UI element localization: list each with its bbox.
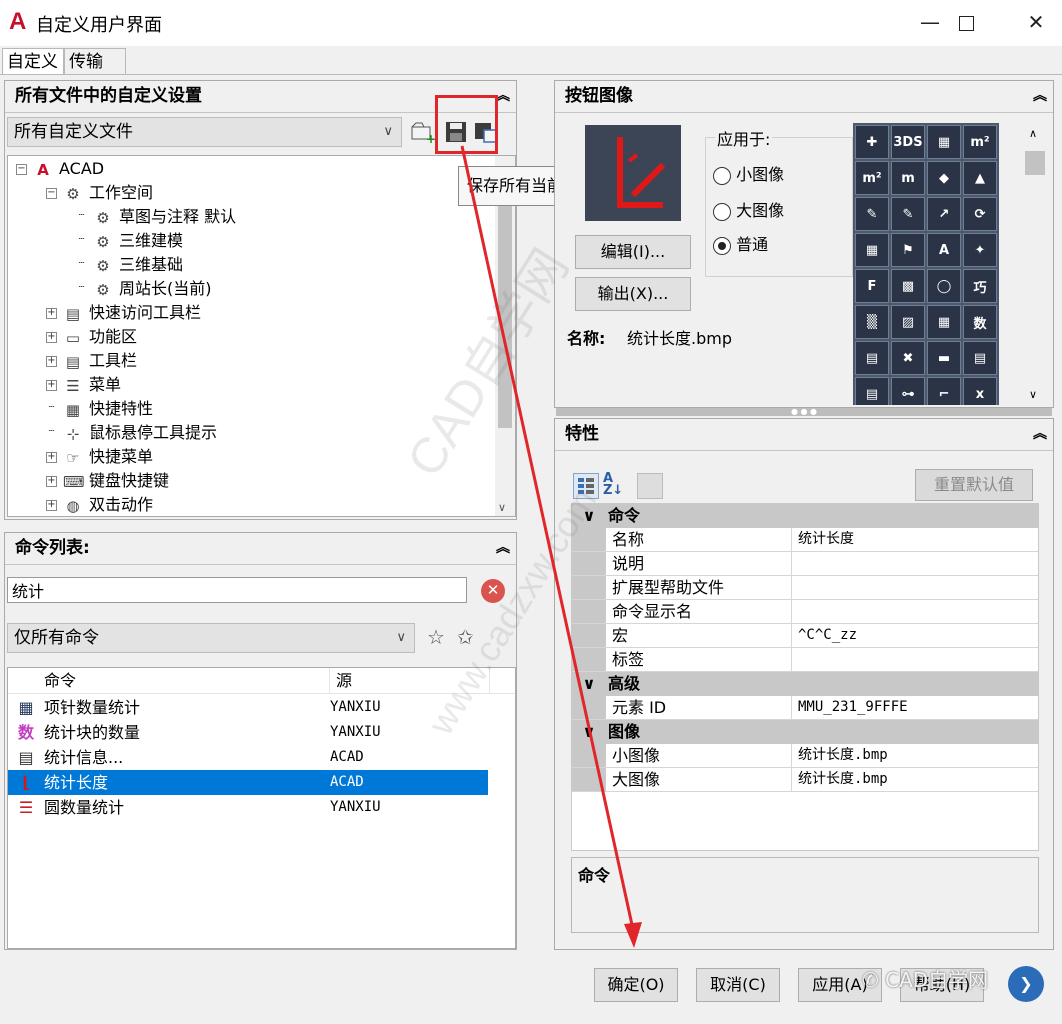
annotation-arrow	[460, 145, 642, 948]
